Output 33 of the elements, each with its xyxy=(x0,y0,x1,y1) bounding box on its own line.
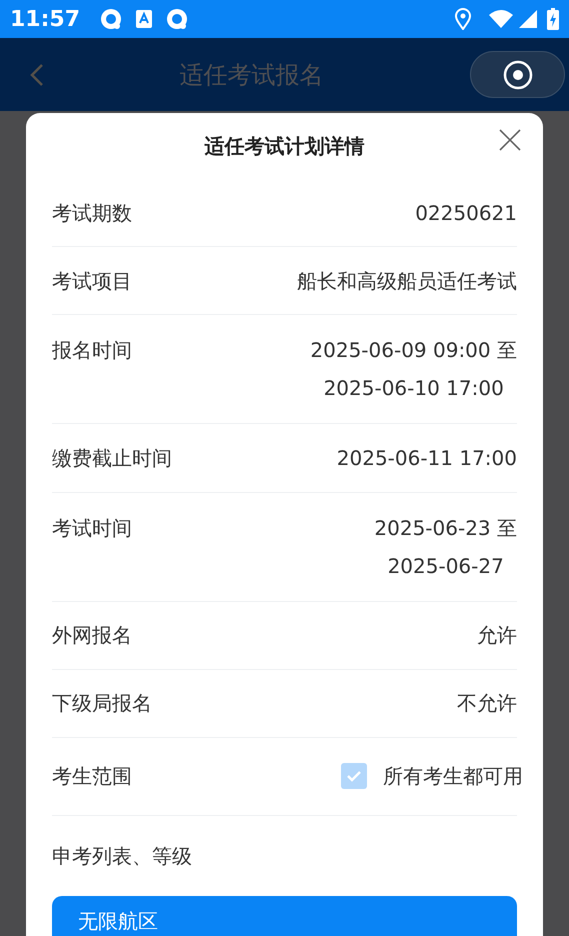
field-label: 考生范围 xyxy=(52,763,132,790)
chat-app-icon xyxy=(100,8,122,30)
field-value: 2025-06-09 09:00 至 xyxy=(310,337,517,364)
field-value: 02250621 xyxy=(415,200,517,227)
field-value: 船长和高级船员适任考试 xyxy=(297,268,517,295)
field-value: 2025-06-23 至 xyxy=(374,514,517,542)
dialog-title: 适任考试计划详情 xyxy=(204,133,364,160)
capsule-button[interactable] xyxy=(470,51,565,98)
battery-icon xyxy=(547,8,559,30)
target-icon xyxy=(502,60,532,90)
nav-title: 适任考试报名 xyxy=(178,60,324,90)
close-button[interactable] xyxy=(497,127,523,153)
field-label: 考试时间 xyxy=(52,514,132,542)
field-value: 2025-06-10 17:00 xyxy=(324,375,504,402)
close-icon xyxy=(499,129,521,151)
field-label: 缴费截止时间 xyxy=(52,445,172,472)
field-value: 2025-06-27 xyxy=(388,552,504,580)
field-label: 考试项目 xyxy=(52,268,132,295)
list-item[interactable]: 无限航区 xyxy=(52,896,517,936)
location-icon xyxy=(455,8,471,30)
field-label: 下级局报名 xyxy=(52,690,152,718)
field-label: 报名时间 xyxy=(52,337,132,364)
clock: 11:57 xyxy=(10,6,80,34)
section-title: 申考列表、等级 xyxy=(52,842,192,870)
signal-icon xyxy=(519,10,537,28)
field-value: 2025-06-11 17:00 xyxy=(336,445,517,472)
app-icon xyxy=(136,10,152,28)
chat-app-icon xyxy=(166,8,188,30)
field-value: 允许 xyxy=(477,622,517,650)
wifi-icon xyxy=(489,10,513,28)
field-value: 不允许 xyxy=(457,690,517,718)
field-label: 外网报名 xyxy=(52,622,132,650)
field-label: 考试期数 xyxy=(52,200,132,227)
